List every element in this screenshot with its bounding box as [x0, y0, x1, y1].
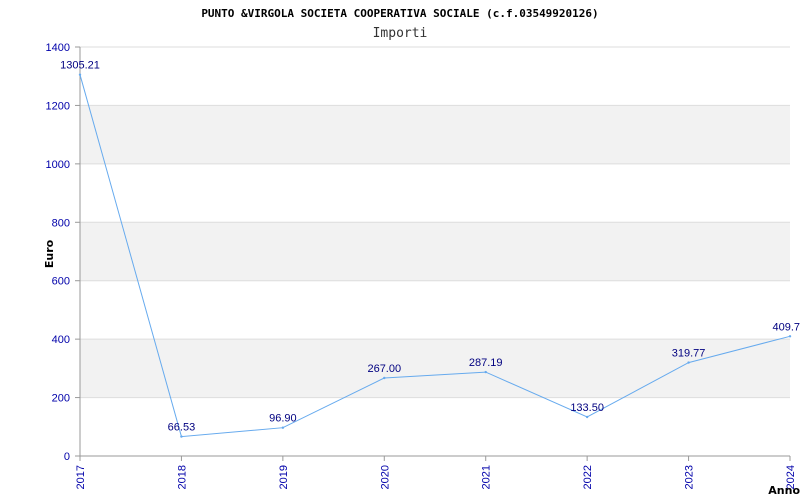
grid-band [80, 105, 790, 164]
y-tick-label: 0 [64, 451, 70, 463]
data-point [383, 376, 386, 380]
data-point [180, 435, 183, 438]
data-point [788, 335, 792, 338]
data-label: 287.19 [469, 357, 503, 369]
line-chart: PUNTO &VIRGOLA SOCIETA COOPERATIVA SOCIA… [43, 7, 800, 497]
data-point [585, 415, 589, 419]
y-axis-label: Euro [43, 239, 56, 268]
x-tick-label: 2017 [75, 465, 87, 489]
x-tick-label: 2023 [684, 465, 696, 489]
y-tick-label: 1000 [46, 159, 70, 171]
x-tick-label: 2022 [582, 465, 594, 489]
data-label: 267.00 [367, 363, 401, 375]
x-tick-label: 2019 [278, 465, 290, 489]
x-axis-ticks: 2017 2018 2019 2020 2021 2022 2023 2024 [75, 456, 797, 489]
data-label: 66.53 [168, 422, 196, 434]
grid-band [80, 222, 790, 281]
data-point [78, 73, 82, 76]
x-tick-label: 2021 [481, 465, 493, 489]
x-axis-label: Anno [768, 484, 800, 497]
data-label: 133.50 [570, 402, 604, 414]
data-point [281, 426, 285, 429]
data-point [687, 361, 690, 364]
data-label: 1305.21 [60, 60, 100, 72]
y-tick-label: 800 [52, 217, 70, 229]
y-tick-label: 600 [52, 276, 70, 288]
chart-subtitle: Importi [373, 26, 428, 41]
y-tick-label: 1200 [46, 100, 70, 112]
chart-title: PUNTO &VIRGOLA SOCIETA COOPERATIVA SOCIA… [201, 7, 598, 20]
y-tick-label: 200 [52, 393, 70, 405]
y-tick-label: 400 [52, 334, 70, 346]
data-label: 319.77 [672, 348, 706, 360]
data-point [484, 370, 487, 374]
x-tick-label: 2018 [176, 465, 188, 489]
y-tick-label: 1400 [46, 42, 70, 54]
x-tick-label: 2020 [379, 465, 391, 489]
data-label: 96.90 [269, 413, 297, 425]
data-label: 409.7 [772, 321, 800, 333]
